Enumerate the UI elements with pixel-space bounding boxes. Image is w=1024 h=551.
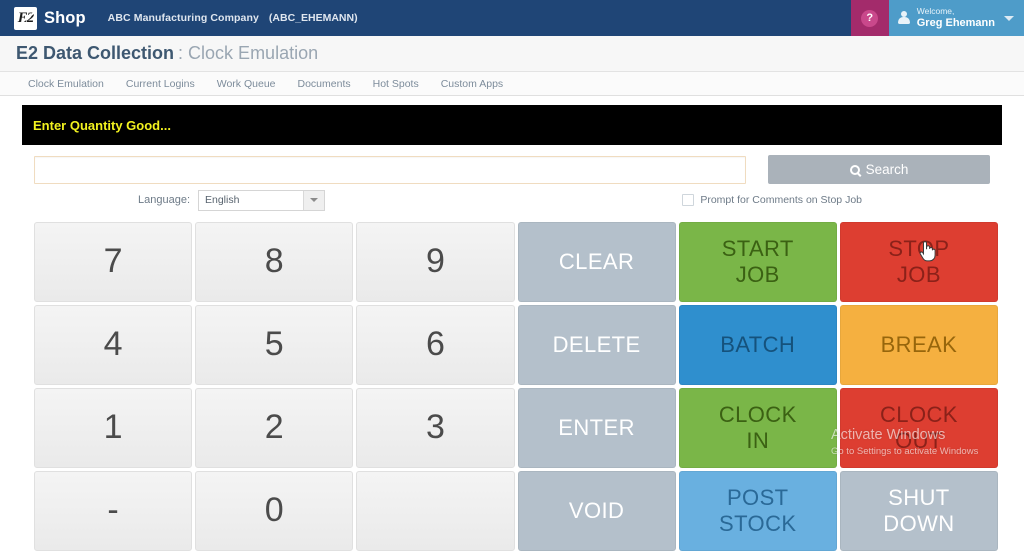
language-selected-value: English (205, 194, 240, 206)
key-start-job[interactable]: START JOB (678, 222, 837, 302)
company-code: (ABC_EHEMANN) (268, 12, 358, 24)
user-name: Greg Ehemann (916, 16, 995, 29)
tab-documents[interactable]: Documents (298, 78, 351, 90)
page-subtitle: : Clock Emulation (178, 43, 319, 63)
key-5[interactable]: 5 (195, 305, 354, 385)
topbar-right-group: ? Welcome, Greg Ehemann (850, 0, 1024, 36)
key-minus-label: - (107, 491, 119, 530)
key-post-stock[interactable]: POST STOCK (678, 471, 837, 551)
key-shut-down[interactable]: SHUT DOWN (839, 471, 998, 551)
key-8[interactable]: 8 (195, 222, 354, 302)
key-5-label: 5 (264, 325, 284, 364)
key-decimal[interactable] (356, 471, 515, 551)
user-menu-button[interactable]: Welcome, Greg Ehemann (888, 0, 1024, 36)
page-title: E2 Data Collection (16, 43, 175, 63)
key-post-stock-label: POST STOCK (719, 485, 797, 536)
key-2-label: 2 (264, 408, 284, 447)
key-break[interactable]: BREAK (839, 305, 998, 385)
language-label: Language: (138, 194, 190, 206)
search-input[interactable] (34, 155, 746, 184)
key-3[interactable]: 3 (356, 388, 515, 468)
e2-shop-logo-icon: E2 (14, 6, 37, 30)
options-row: Language: English Prompt for Comments on… (0, 184, 1024, 211)
question-mark-icon: ? (861, 9, 879, 27)
page-title-bar: E2 Data Collection : Clock Emulation (0, 36, 1024, 72)
tab-clock-emulation[interactable]: Clock Emulation (28, 78, 104, 90)
key-4-label: 4 (103, 325, 123, 364)
search-button[interactable]: Search (768, 155, 990, 184)
key-clear-label: CLEAR (558, 249, 635, 275)
key-delete-label: DELETE (552, 332, 641, 358)
key-0[interactable]: 0 (195, 471, 354, 551)
key-batch-label: BATCH (720, 332, 796, 358)
key-clock-out-label: CLOCK OUT (880, 402, 958, 453)
key-delete[interactable]: DELETE (517, 305, 676, 385)
company-name: ABC Manufacturing Company (107, 12, 259, 24)
chevron-down-icon (1004, 15, 1014, 21)
key-clock-in[interactable]: CLOCK IN (678, 388, 837, 468)
key-8-label: 8 (264, 242, 284, 281)
user-avatar-icon (898, 11, 911, 25)
key-enter-label: ENTER (558, 415, 635, 441)
key-0-label: 0 (264, 491, 284, 530)
welcome-label: Welcome, (916, 5, 955, 16)
key-stop-job[interactable]: STOP JOB (839, 222, 998, 302)
search-icon (849, 164, 860, 175)
key-clock-out[interactable]: CLOCK OUT (839, 388, 998, 468)
key-9[interactable]: 9 (356, 222, 515, 302)
prompt-comments-checkbox[interactable] (682, 194, 695, 206)
tab-hot-spots[interactable]: Hot Spots (373, 78, 419, 90)
key-start-job-label: START JOB (721, 236, 794, 287)
key-void-label: VOID (568, 498, 625, 524)
key-break-label: BREAK (880, 332, 958, 358)
tab-work-queue[interactable]: Work Queue (217, 78, 276, 90)
key-shut-down-label: SHUT DOWN (883, 485, 955, 536)
key-1-label: 1 (103, 408, 123, 447)
language-select[interactable]: English (198, 189, 325, 211)
key-9-label: 9 (425, 242, 445, 281)
key-2[interactable]: 2 (195, 388, 354, 468)
prompt-comments-label: Prompt for Comments on Stop Job (700, 194, 862, 206)
avatar-body (898, 17, 911, 24)
user-text-block: Welcome, Greg Ehemann (916, 5, 995, 29)
key-void[interactable]: VOID (517, 471, 676, 551)
key-1[interactable]: 1 (34, 388, 193, 468)
prompt-banner: Enter Quantity Good... (22, 105, 1002, 145)
search-button-label: Search (865, 162, 909, 177)
tab-bar: Clock Emulation Current Logins Work Queue D… (0, 72, 1024, 96)
key-enter[interactable]: ENTER (517, 388, 676, 468)
top-navigation-bar: E2 Shop ABC Manufacturing Company (ABC_E… (0, 0, 1024, 36)
chevron-down-icon[interactable] (303, 190, 324, 210)
brand-name: Shop (44, 8, 86, 27)
tab-current-logins[interactable]: Current Logins (126, 78, 195, 90)
key-6-label: 6 (425, 325, 445, 364)
prompt-banner-text: Enter Quantity Good... (33, 117, 171, 133)
brand-block[interactable]: E2 Shop ABC Manufacturing Company (ABC_E… (0, 6, 358, 30)
keypad-grid: 7 8 9 CLEAR START JOB STOP JOB 4 5 6 DELETE BATCH BRE… (34, 222, 998, 551)
key-6[interactable]: 6 (356, 305, 515, 385)
help-button[interactable]: ? (850, 0, 889, 36)
key-stop-job-label: STOP JOB (888, 236, 950, 287)
key-3-label: 3 (425, 408, 445, 447)
prompt-comments-checkbox-group[interactable]: Prompt for Comments on Stop Job (682, 194, 990, 206)
key-7[interactable]: 7 (34, 222, 193, 302)
key-clock-in-label: CLOCK IN (718, 402, 797, 453)
key-batch[interactable]: BATCH (678, 305, 837, 385)
search-row: Search (0, 145, 1024, 184)
key-7-label: 7 (103, 242, 123, 281)
key-clear[interactable]: CLEAR (517, 222, 676, 302)
banner-wrapper: Enter Quantity Good... (0, 96, 1024, 145)
key-4[interactable]: 4 (34, 305, 193, 385)
key-minus[interactable]: - (34, 471, 193, 551)
tab-custom-apps[interactable]: Custom Apps (441, 78, 503, 90)
